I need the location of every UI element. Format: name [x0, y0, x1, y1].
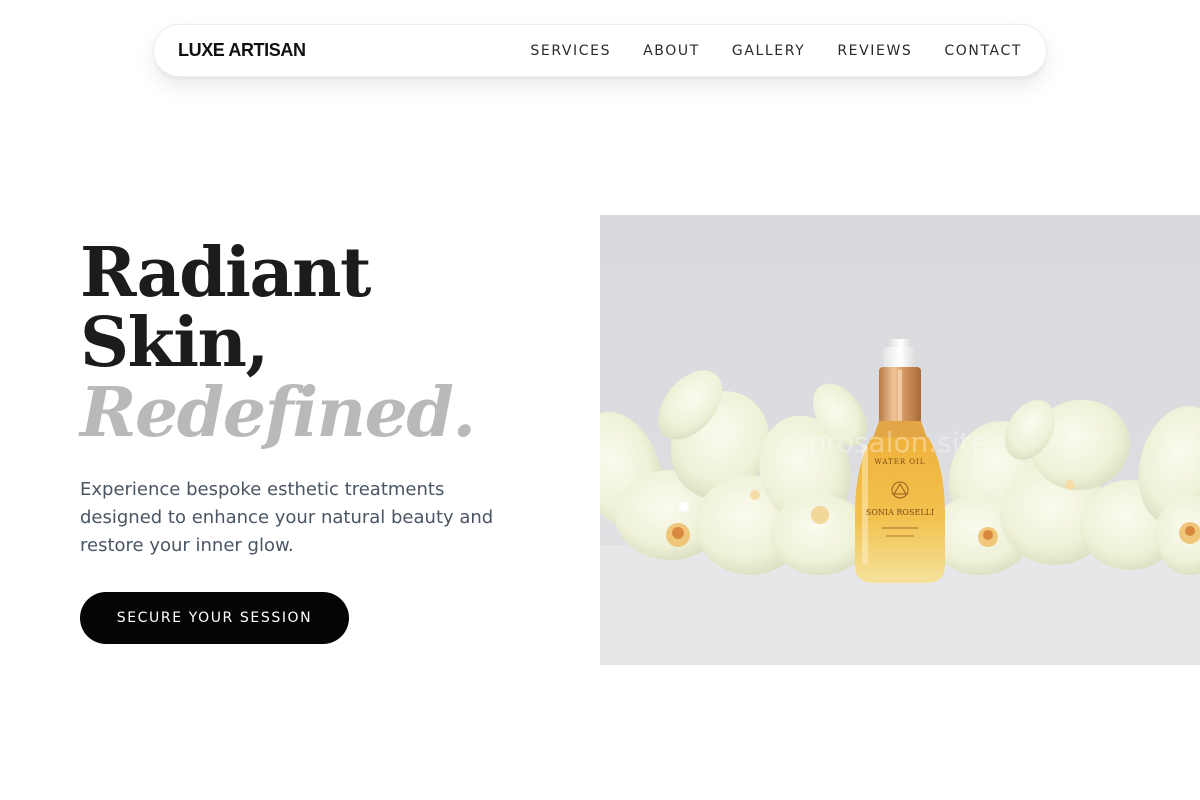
hero-title: Radiant Skin, Redefined. [80, 233, 476, 453]
bottle-label-water-oil: WATER OIL [875, 458, 926, 466]
hero-title-line-2: Skin, [80, 303, 269, 383]
nav-link-gallery[interactable]: GALLERY [732, 43, 805, 59]
oil-bottle: WATER OIL SONIA ROSELLI [855, 339, 945, 583]
orchid-flowers-right [930, 399, 1200, 575]
page: LUXE ARTISAN SERVICES ABOUT GALLERY REVI… [0, 0, 1200, 800]
navbar: LUXE ARTISAN SERVICES ABOUT GALLERY REVI… [153, 24, 1047, 77]
watermark-text: prosalon.site [808, 426, 988, 459]
hero-title-line-1: Radiant [80, 233, 371, 313]
nav-link-contact[interactable]: CONTACT [944, 43, 1022, 59]
nav-links: SERVICES ABOUT GALLERY REVIEWS CONTACT [498, 43, 1022, 59]
hero-product-image: WATER OIL SONIA ROSELLI prosalon.site [600, 215, 1200, 665]
secure-session-button[interactable]: SECURE YOUR SESSION [80, 592, 349, 644]
hero-description: Experience bespoke esthetic treatments d… [80, 479, 494, 556]
bottle-label-brand: SONIA ROSELLI [866, 508, 934, 517]
orchid-flowers-left [600, 370, 870, 575]
hero-title-accent: Redefined. [80, 373, 476, 453]
nav-link-reviews[interactable]: REVIEWS [837, 43, 912, 59]
nav-link-about[interactable]: ABOUT [643, 43, 700, 59]
brand-logo[interactable]: LUXE ARTISAN [178, 40, 306, 61]
nav-link-services[interactable]: SERVICES [530, 43, 611, 59]
